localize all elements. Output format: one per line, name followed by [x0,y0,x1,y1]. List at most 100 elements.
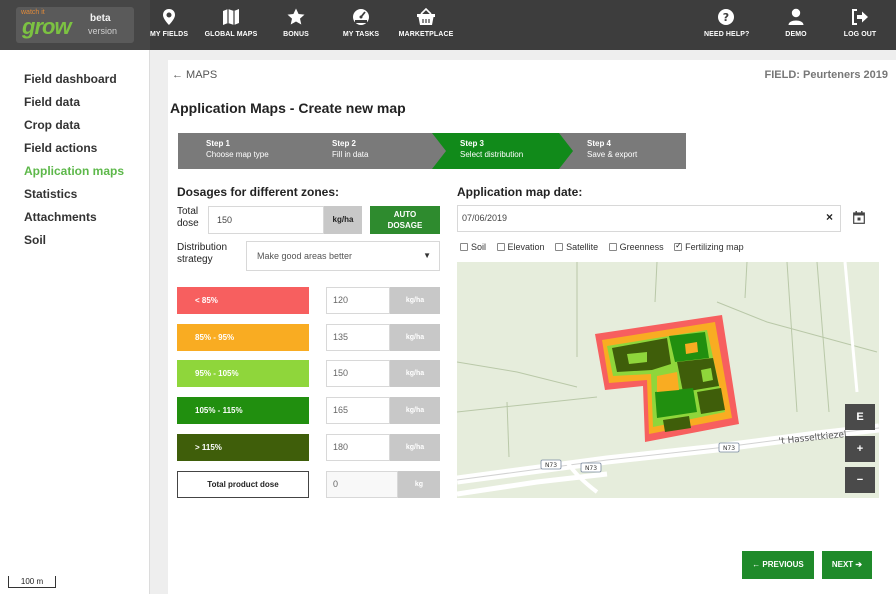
step-arrow [559,133,573,169]
step-1[interactable]: Step 1 Choose map type [178,133,318,169]
zone-unit: kg/ha [390,287,440,314]
road-shield-text: N73 [723,445,735,452]
nav-my-fields[interactable]: MY FIELDS [150,0,188,50]
sidebar-item-application-maps[interactable]: Application maps [24,164,124,178]
zone-gt-115-value[interactable]: 180 [326,434,390,461]
sidebar-item-statistics[interactable]: Statistics [24,187,77,201]
label-line: Distribution [177,242,228,253]
zone-85-95: 85% - 95% [177,324,309,351]
road-shield: N73 [718,442,740,453]
step-3[interactable]: Step 3 Select distribution [432,133,573,169]
svg-text:?: ? [723,11,729,24]
folded-map-icon [223,9,239,25]
wizard-steps: Step 1 Choose map type Step 2 Fill in da… [178,133,688,169]
sidebar-item-field-dashboard[interactable]: Field dashboard [24,72,117,86]
map-edit-button[interactable]: E [845,404,875,430]
nav-label: MARKETPLACE [398,31,454,38]
total-product-dose-unit: kg [398,471,440,498]
zone-95-105: 95% - 105% [177,360,309,387]
zone-unit: kg/ha [390,324,440,351]
layer-label-elevation: Elevation [507,242,545,252]
user-icon [788,8,804,25]
star-icon [287,8,305,25]
dashboard-gauge-icon [353,9,369,25]
nav-need-help[interactable]: ? NEED HELP? [704,0,749,50]
step-description: Fill in data [332,150,369,159]
zone-unit: kg/ha [390,434,440,461]
sidebar-item-crop-data[interactable]: Crop data [24,118,80,132]
nav-marketplace[interactable]: MARKETPLACE [397,0,455,50]
button-line: DOSAGE [387,221,423,230]
zone-unit: kg/ha [390,397,440,424]
checkbox-soil[interactable] [460,243,468,251]
version-label: version [88,26,118,36]
calendar-icon[interactable] [853,211,865,224]
zone-105-115: 105% - 115% [177,397,309,424]
zoom-in-button[interactable]: + [845,436,875,462]
zone-lt-85-value[interactable]: 120 [326,287,390,314]
step-number: Step 2 [332,139,357,148]
layer-label-fertilizing-map: Fertilizing map [685,242,744,252]
fertilizing-zones [595,315,739,442]
nav-label: MY TASKS [342,31,380,38]
map-date-title: Application map date: [457,185,583,199]
zone-105-115-value[interactable]: 165 [326,397,390,424]
back-to-maps-link[interactable]: ← MAPS [172,69,217,81]
checkbox-fertilizing-map[interactable] [674,241,683,251]
step-arrow [304,133,318,169]
step-description: Select distribution [460,150,524,159]
distribution-strategy-select[interactable]: Make good areas better ▼ [246,241,440,271]
zone-95-105-value[interactable]: 150 [326,360,390,387]
nav-log-out[interactable]: LOG OUT [838,0,882,50]
step-description: Choose map type [206,150,269,159]
total-dose-input[interactable]: 150 [208,206,324,234]
zone-gt-115: > 115% [177,434,309,461]
clear-date-icon[interactable]: × [826,210,833,224]
nav-global-maps[interactable]: GLOBAL MAPS [203,0,259,50]
nav-label: GLOBAL MAPS [204,31,258,38]
next-button[interactable]: NEXT ➔ [822,551,872,579]
checkbox-greenness[interactable] [608,243,617,251]
sidebar-item-soil[interactable]: Soil [24,233,46,247]
sidebar-item-field-data[interactable]: Field data [24,95,80,109]
nav-bonus[interactable]: BONUS [276,0,316,50]
road-shield-text: N73 [545,462,557,469]
total-dose-unit: kg/ha [324,206,362,234]
map-canvas: 't Hasseltkiezel N73 N73 N73 [457,262,879,497]
track-line [843,262,859,393]
map-scale-bar: 100 m [8,576,56,588]
checkbox-satellite[interactable] [555,243,564,251]
zone-unit: kg/ha [390,360,440,387]
step-4[interactable]: Step 4 Save & export [559,133,686,169]
total-product-dose-value: 0 [326,471,398,498]
zone-lt-85: < 85% [177,287,309,314]
step-description: Save & export [587,150,638,159]
map-pin-icon [163,9,175,25]
layer-label-greenness: Greenness [619,242,664,252]
road-shield: N73 [540,459,562,470]
nav-my-tasks[interactable]: MY TASKS [339,0,383,50]
zone-85-95-value[interactable]: 135 [326,324,390,351]
nav-demo-user[interactable]: DEMO [776,0,816,50]
label-line: strategy [177,254,213,265]
step-2[interactable]: Step 2 Fill in data [304,133,446,169]
nav-label: BONUS [283,31,309,38]
step-number: Step 3 [460,139,485,148]
step-number: Step 4 [587,139,612,148]
map-date-input[interactable]: 07/06/2019 [457,205,841,232]
basket-icon [417,8,435,25]
previous-button[interactable]: ← PREVIOUS [742,551,814,579]
sidebar-item-field-actions[interactable]: Field actions [24,141,97,155]
zoom-out-button[interactable]: − [845,467,875,493]
dosages-title: Dosages for different zones: [177,185,340,199]
checkbox-elevation[interactable] [496,243,505,251]
total-product-dose-label: Total product dose [177,471,309,498]
auto-dosage-button[interactable]: AUTO DOSAGE [370,206,440,234]
nav-label: LOG OUT [843,31,877,38]
sidebar-item-attachments[interactable]: Attachments [24,210,97,224]
help-question-icon: ? [718,9,734,25]
total-dose-label: Total dose [177,206,199,230]
logo[interactable]: watch it grow beta version [16,7,134,43]
top-navigation-bar: watch it grow beta version MY FIELDS GLO… [0,0,896,50]
map-view[interactable]: 't Hasseltkiezel N73 N73 N73 E + − [457,262,879,498]
